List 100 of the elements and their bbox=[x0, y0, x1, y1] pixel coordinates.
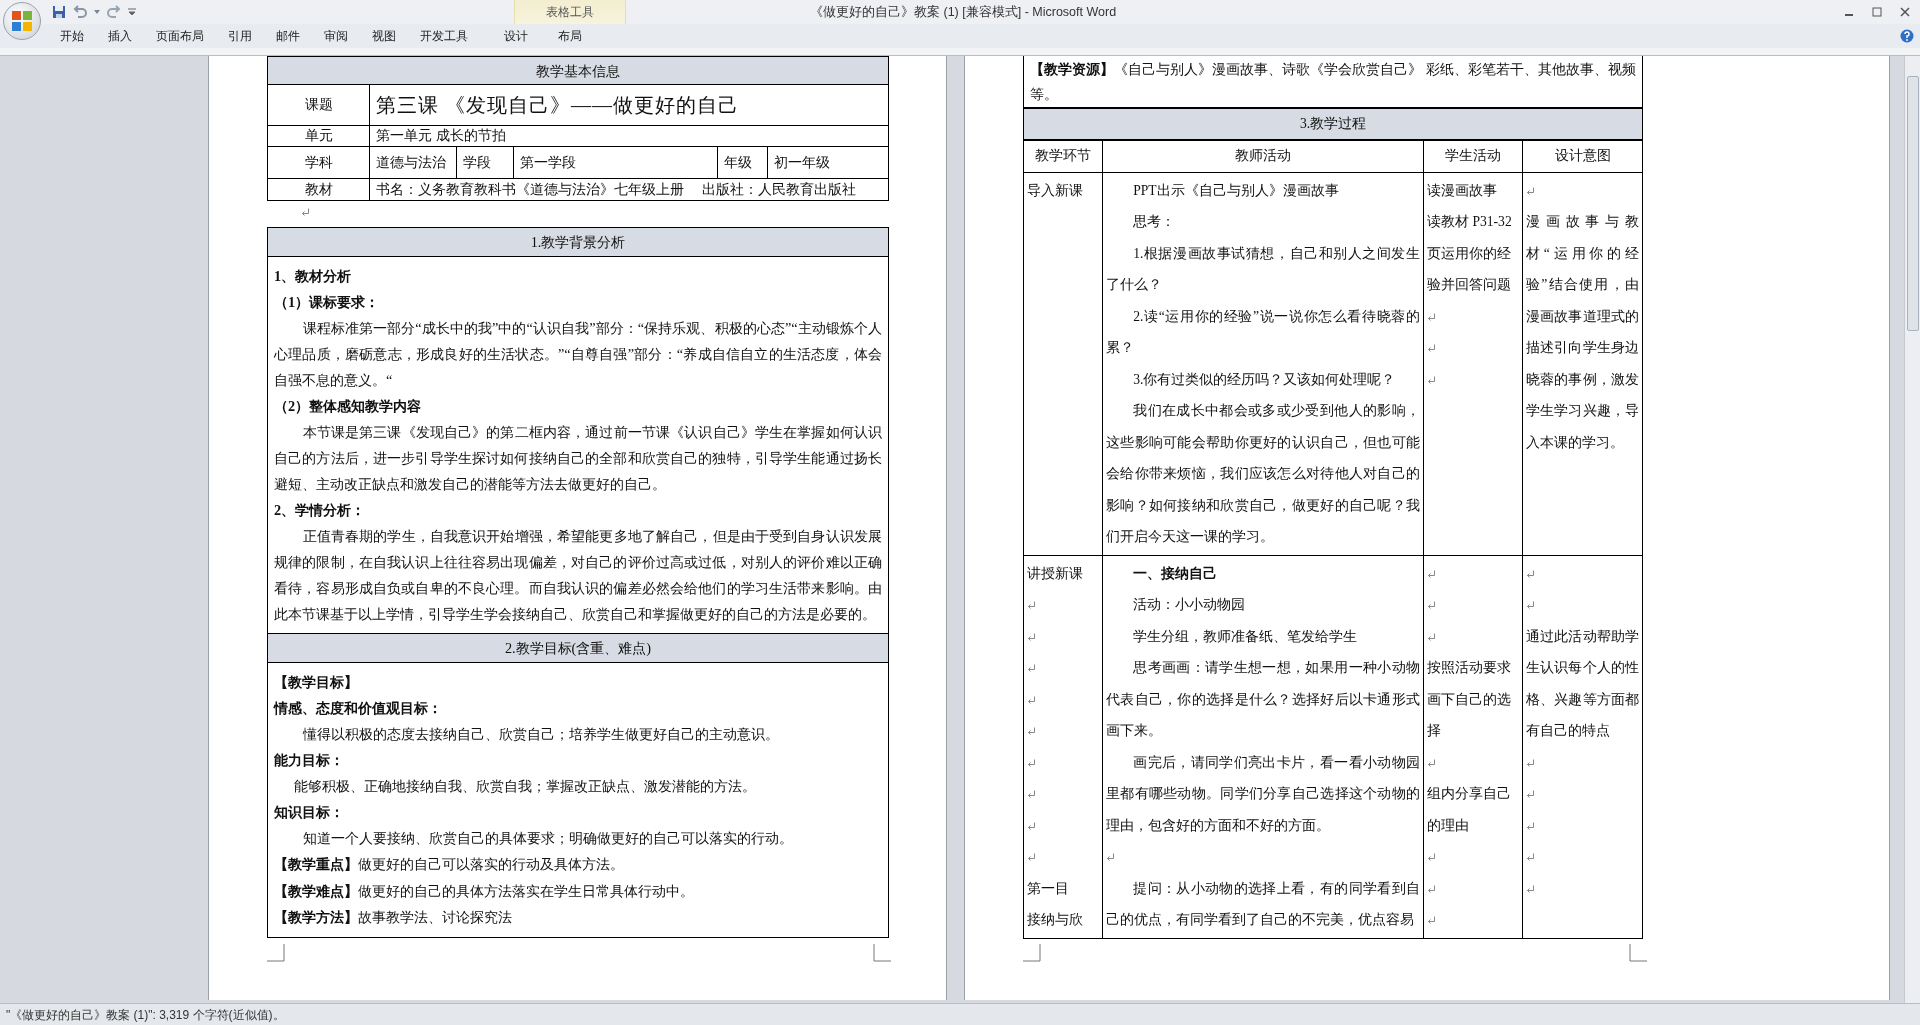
ribbon-tab[interactable]: 布局 bbox=[550, 25, 590, 47]
cell-text: 1.根据漫画故事试猜想，自己和别人之间发生了什么？ bbox=[1106, 244, 1420, 294]
cell-text: PPT出示《自己与别人》漫画故事 bbox=[1132, 181, 1340, 200]
paragraph-mark-icon bbox=[1427, 375, 1436, 385]
paragraph-mark-icon bbox=[1027, 601, 1036, 611]
paragraph-mark-icon bbox=[1027, 758, 1036, 768]
section-heading: 知识目标： bbox=[274, 803, 345, 822]
paragraph-mark-icon bbox=[1526, 186, 1535, 196]
close-icon[interactable] bbox=[1900, 7, 1910, 17]
paragraph-mark-icon bbox=[1027, 853, 1036, 863]
labeled-paragraph: 【教学重点】做更好的自己可以落实的行动及具体方法。 bbox=[274, 855, 625, 874]
cell-text: 画完后，请同学们亮出卡片，看一看小动物园里都有哪些动物。同学们分享自己选择这个动物的理由，包含好的方面和不好的方面。 bbox=[1106, 753, 1420, 835]
cell-text: 第一目 bbox=[1027, 879, 1070, 898]
cell-text: 导入新课 bbox=[1027, 181, 1084, 200]
section-heading: 2、学情分析： bbox=[274, 501, 367, 520]
maximize-icon[interactable] bbox=[1872, 7, 1882, 17]
ribbon-tab[interactable]: 邮件 bbox=[268, 25, 308, 47]
paragraph-mark-icon bbox=[1526, 884, 1535, 894]
body-paragraph: 能够积极、正确地接纳自我、欣赏自我；掌握改正缺点、激发潜能的方法。 bbox=[293, 777, 757, 796]
row-label: 学段 bbox=[456, 147, 514, 178]
table-cell-text: 第一学段 bbox=[519, 152, 577, 172]
table-cell-text: 书名：义务教育教科书《道德与法治》七年级上册 出版社：人民教育出版社 bbox=[375, 179, 857, 199]
section-heading: （1）课标要求： bbox=[274, 293, 381, 312]
undo-icon[interactable] bbox=[72, 5, 88, 19]
table-header: 教学基本信息 bbox=[268, 57, 888, 85]
row-label: 单元 bbox=[268, 126, 370, 146]
status-text: "《做更好的自己》教案 (1)": 3,319 个字符(近似值)。 bbox=[6, 1006, 285, 1024]
section-heading: 1、教材分析 bbox=[274, 267, 353, 286]
row-label: 课题 bbox=[268, 85, 370, 125]
redo-icon[interactable] bbox=[106, 5, 122, 19]
scrollbar-thumb[interactable] bbox=[1906, 76, 1919, 331]
cell-text: 学生分组，教师准备纸、笔发给学生 bbox=[1132, 627, 1359, 646]
dropdown-caret-icon[interactable] bbox=[94, 10, 100, 14]
ribbon-tab[interactable]: 页面布局 bbox=[148, 25, 212, 47]
paragraph-mark-icon bbox=[1027, 727, 1036, 737]
corner-mark bbox=[873, 944, 891, 962]
ribbon-tab[interactable]: 插入 bbox=[100, 25, 140, 47]
cell-text: 3.你有过类似的经历吗？又该如何处理呢？ bbox=[1132, 370, 1397, 389]
paragraph-mark-icon bbox=[1027, 790, 1036, 800]
cell-text: 通过此活动帮助学生认识每个人的性格、兴趣等方面都有自己的特点 bbox=[1526, 627, 1639, 740]
customize-icon[interactable] bbox=[128, 8, 136, 16]
cell-text: 接纳与欣 bbox=[1027, 911, 1084, 929]
paragraph-mark-icon bbox=[301, 208, 310, 218]
section-heading: 能力目标： bbox=[274, 751, 345, 770]
cell-text: 活动：小小动物园 bbox=[1132, 596, 1247, 614]
save-icon[interactable] bbox=[52, 5, 66, 19]
body-paragraph: 正值青春期的学生，自我意识开始增强，希望能更多地了解自己，但是由于受到自身认识发展规律的限制，在自我认识上往往容易出现偏差，对自己的评价过高或过低，对别人的评价难以正确看待，容易形成自负或自卑的不良心理。而自我认识的偏差必然会给他们的学习生活带来影响。由此本节课基于以上学情，引导学生学会接纳自己、欣赏自己和掌握做更好的自己的方法是必要的。 bbox=[274, 527, 882, 624]
ribbon-tab[interactable]: 引用 bbox=[220, 25, 260, 47]
resources-paragraph: 【教学资源】《自己与别人》漫画故事、诗歌《学会欣赏自己》 彩纸、彩笔若干、其他故事、视频等。 bbox=[1030, 60, 1636, 104]
cell-text: 我们在成长中都会或多或少受到他人的影响，这些影响可能会帮助你更好的认识自己，但也可能会给你带来烦恼，我们应该怎么对待他人对自己的影响？如何接纳和欣赏自己，做更好的自己呢？我们开启今天这一课的学习。 bbox=[1106, 402, 1420, 546]
cell-text: 读教材 P31-32页运用你的经验并回答问题 bbox=[1427, 213, 1513, 294]
row-label: 年级 bbox=[717, 147, 768, 178]
ribbon-tab[interactable]: 开发工具 bbox=[412, 25, 476, 47]
section-heading: 【教学目标】 bbox=[274, 673, 359, 692]
paragraph-mark-icon bbox=[1526, 601, 1535, 611]
paragraph-mark-icon bbox=[1427, 916, 1436, 926]
column-header: 教师活动 bbox=[1102, 140, 1424, 172]
paragraph-mark-icon bbox=[1427, 569, 1436, 579]
cell-text: 组内分享自己的理由 bbox=[1427, 785, 1512, 835]
cell-text: 思考画画：请学生想一想，如果用一种小动物代表自己，你的选择是什么？选择好后以卡通形式画下来。 bbox=[1106, 659, 1420, 740]
cell-text: 2.读“运用你的经验”说一说你怎么看待晓蓉的累？ bbox=[1106, 307, 1420, 357]
paragraph-mark-icon bbox=[1427, 312, 1436, 322]
cell-text: 思考： bbox=[1132, 213, 1177, 231]
help-icon[interactable] bbox=[1900, 29, 1914, 43]
paragraph-mark-icon bbox=[1427, 758, 1436, 768]
column-header: 教学环节 bbox=[1023, 140, 1103, 172]
table-header: 3.教学过程 bbox=[1023, 108, 1643, 140]
ribbon-tab[interactable]: 视图 bbox=[364, 25, 404, 47]
paragraph-mark-icon bbox=[1027, 695, 1036, 705]
cell-heading: 一、接纳自己 bbox=[1132, 564, 1219, 583]
cell-text: 讲授新课 bbox=[1027, 564, 1084, 583]
ribbon-tab[interactable]: 审阅 bbox=[316, 25, 356, 47]
paragraph-mark-icon bbox=[1427, 853, 1436, 863]
section-heading: 情感、态度和价值观目标： bbox=[274, 699, 443, 718]
body-paragraph: 本节课是第三课《发现自己》的第二框内容，通过前一节课《认识自己》学生在掌握如何认识自己的方法后，进一步引导学生探讨如何接纳自己的全部和欣赏自己的独特，引导学生能通过扬长避短、主动改正缺点和激发自己的潜能等方法去做更好的自己。 bbox=[274, 423, 882, 494]
row-label: 教材 bbox=[268, 179, 370, 200]
office-button[interactable] bbox=[3, 2, 41, 40]
body-paragraph: 懂得以积极的态度去接纳自己、欣赏自己；培养学生做更好自己的主动意识。 bbox=[301, 725, 780, 744]
row-label: 学科 bbox=[268, 147, 370, 178]
window-title: 《做更好的自己》教案 (1) [兼容模式] - Microsoft Word bbox=[810, 3, 1117, 21]
section-header: 2.教学目标(含重、难点) bbox=[268, 634, 888, 663]
cell-text: 漫画故事与教材“运用你的经验”结合使用，由漫画故事道理式的描述引向学生身边晓蓉的事例，激发学生学习兴趣，导入本课的学习。 bbox=[1526, 213, 1639, 452]
paragraph-mark-icon bbox=[1427, 632, 1436, 642]
labeled-paragraph: 【教学难点】做更好的自己的具体方法落实在学生日常具体行动中。 bbox=[274, 881, 695, 901]
column-header: 设计意图 bbox=[1522, 140, 1643, 172]
paragraph-mark-icon bbox=[1027, 821, 1036, 831]
paragraph-mark-icon bbox=[1106, 853, 1115, 863]
paragraph-mark-icon bbox=[1027, 664, 1036, 674]
paragraph-mark-icon bbox=[1526, 853, 1535, 863]
vertical-scrollbar[interactable] bbox=[1904, 56, 1920, 1003]
table-cell-text: 道德与法治 bbox=[375, 152, 447, 172]
cell-text: 按照活动要求画下自己的选择 bbox=[1427, 659, 1512, 740]
cell-text: 提问：从小动物的选择上看，有的同学看到自己的优点，有同学看到了自己的不完美，优点容易 bbox=[1106, 879, 1420, 929]
column-header: 学生活动 bbox=[1423, 140, 1523, 172]
paragraph-mark-icon bbox=[1027, 632, 1036, 642]
ribbon-tab[interactable]: 开始 bbox=[52, 25, 92, 47]
section-heading: （2）整体感知教学内容 bbox=[274, 397, 423, 416]
corner-mark bbox=[1023, 944, 1041, 962]
labeled-paragraph: 【教学方法】故事教学法、讨论探究法 bbox=[274, 908, 513, 927]
paragraph-mark-icon bbox=[1526, 758, 1535, 768]
